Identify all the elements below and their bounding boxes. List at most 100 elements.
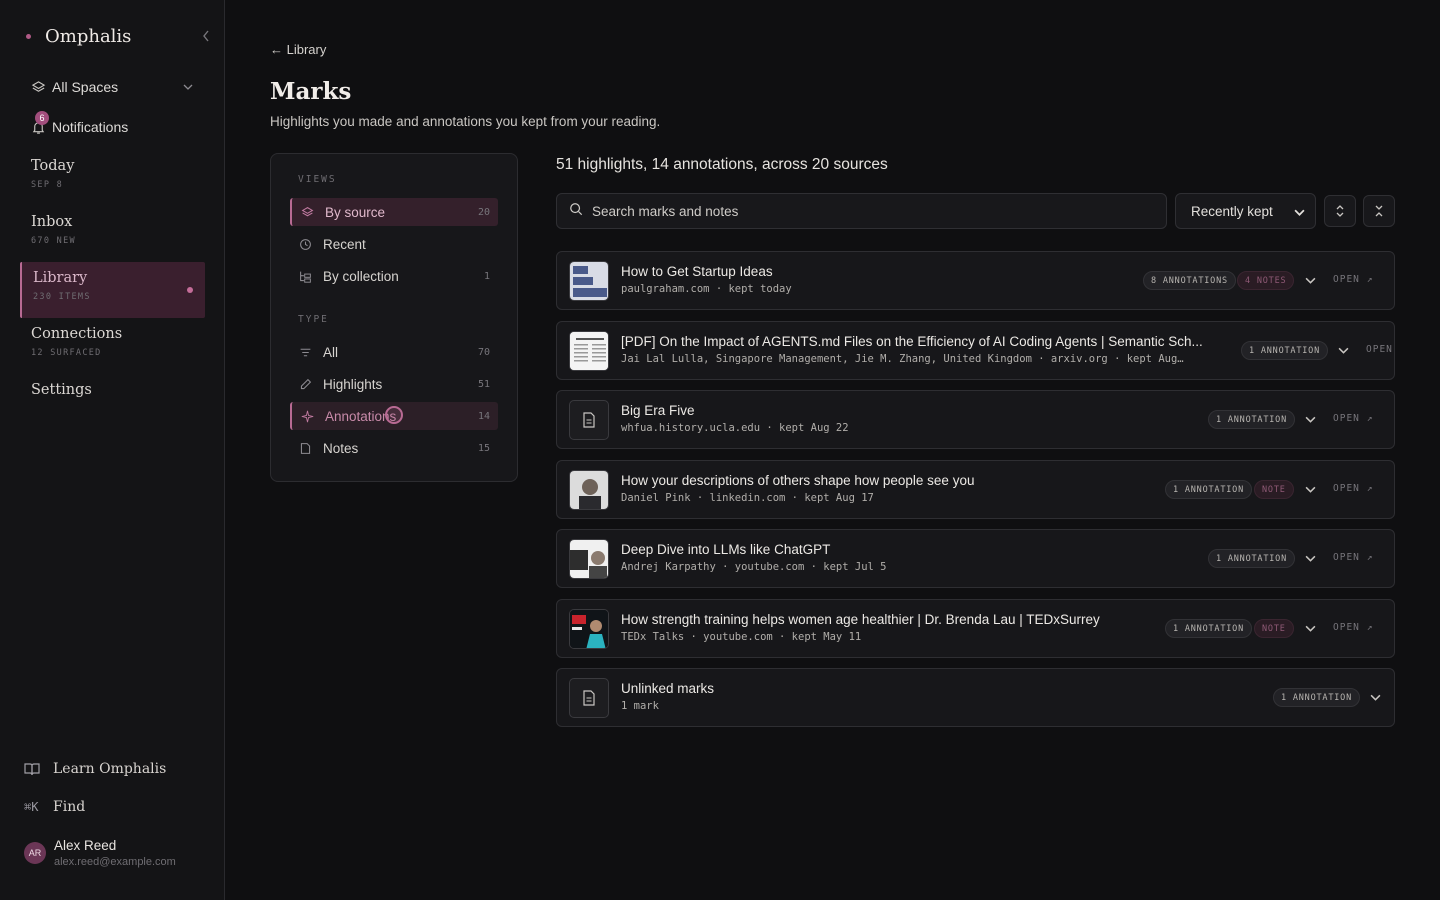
source-card-unlinked[interactable]: Unlinked marks 1 mark 1 ANNOTATION bbox=[556, 668, 1395, 727]
annotations-badge: 1 ANNOTATION bbox=[1165, 480, 1253, 499]
open-link[interactable]: OPEN bbox=[1366, 344, 1393, 355]
type-notes[interactable]: Notes 15 bbox=[290, 434, 498, 462]
nav-item-sub: 12 SURFACED bbox=[31, 348, 102, 358]
search-icon bbox=[569, 202, 583, 221]
source-card[interactable]: How to Get Startup Ideas paulgraham.com … bbox=[556, 251, 1395, 310]
source-title: How your descriptions of others shape ho… bbox=[621, 473, 975, 488]
type-count: 70 bbox=[477, 346, 490, 358]
arrow-left-icon: ← bbox=[270, 42, 283, 57]
nav-item-inbox[interactable]: Inbox 670 NEW bbox=[20, 206, 205, 262]
user-email: alex.reed@example.com bbox=[54, 856, 176, 868]
notifications-badge: 6 bbox=[35, 111, 49, 125]
nav-item-today[interactable]: Today SEP 8 bbox=[20, 150, 205, 206]
source-meta: Daniel Pink · linkedin.com · kept Aug 17 bbox=[621, 492, 874, 504]
nav-top: All Spaces 6 Notifications bbox=[20, 72, 205, 152]
nav-item-settings[interactable]: Settings bbox=[20, 374, 205, 412]
sidebar: Omphalis All Spaces 6 Notifications Toda… bbox=[0, 0, 225, 900]
annotations-badge: 1 ANNOTATION bbox=[1241, 341, 1329, 360]
open-link[interactable]: OPEN ↗ bbox=[1333, 552, 1373, 563]
search-box[interactable] bbox=[556, 193, 1167, 229]
mouse-cursor-indicator bbox=[385, 406, 403, 424]
sort-selected-value: Recently kept bbox=[1191, 203, 1273, 219]
chevron-down-icon bbox=[1294, 206, 1305, 221]
learn-link[interactable]: Learn Omphalis bbox=[24, 756, 209, 782]
collapse-sidebar-button[interactable] bbox=[202, 30, 210, 45]
notifications-link[interactable]: 6 Notifications bbox=[20, 111, 205, 142]
view-by-source[interactable]: By source 20 bbox=[290, 198, 498, 226]
source-meta: whfua.history.ucla.edu · kept Aug 22 bbox=[621, 422, 849, 434]
source-card[interactable]: Big Era Five whfua.history.ucla.edu · ke… bbox=[556, 390, 1395, 449]
chevron-down-icon[interactable] bbox=[1305, 621, 1316, 639]
nav-item-label: Library bbox=[33, 270, 88, 286]
book-icon bbox=[24, 762, 44, 776]
views-panel: VIEWS By source 20 Recent By collection … bbox=[270, 153, 518, 482]
nav-item-connections[interactable]: Connections 12 SURFACED bbox=[20, 318, 205, 374]
search-input[interactable] bbox=[592, 203, 1132, 219]
open-label: OPEN bbox=[1333, 483, 1360, 494]
chevron-down-icon[interactable] bbox=[1305, 412, 1316, 430]
chevron-down-icon[interactable] bbox=[1305, 482, 1316, 500]
user-profile[interactable]: AR Alex Reed alex.reed@example.com bbox=[24, 838, 176, 868]
open-link[interactable]: OPEN ↗ bbox=[1333, 622, 1373, 633]
source-title: How to Get Startup Ideas bbox=[621, 264, 773, 279]
brand[interactable]: Omphalis bbox=[26, 26, 131, 47]
type-label: Highlights bbox=[323, 376, 383, 392]
nav-item-label: Today bbox=[31, 158, 75, 174]
type-all[interactable]: All 70 bbox=[290, 338, 498, 366]
find-label: Find bbox=[53, 799, 86, 815]
chevron-down-icon bbox=[183, 79, 193, 95]
page-subtitle: Highlights you made and annotations you … bbox=[270, 114, 661, 129]
chevron-down-icon[interactable] bbox=[1305, 273, 1316, 291]
source-meta: Jai Lal Lulla, Singapore Management, Jie… bbox=[621, 353, 1184, 365]
sort-select[interactable]: Recently kept bbox=[1175, 193, 1316, 229]
view-label: By source bbox=[325, 204, 386, 220]
chevron-down-icon[interactable] bbox=[1305, 551, 1316, 569]
marks-summary: 51 highlights, 14 annotations, across 20… bbox=[556, 156, 888, 173]
highlighter-icon bbox=[299, 378, 313, 391]
arrow-up-right-icon: ↗ bbox=[1366, 274, 1374, 285]
app-root: Omphalis All Spaces 6 Notifications Toda… bbox=[0, 0, 1440, 900]
source-card[interactable]: How strength training helps women age he… bbox=[556, 599, 1395, 658]
document-icon bbox=[569, 678, 609, 718]
arrow-up-right-icon: ↗ bbox=[1366, 622, 1374, 633]
source-card[interactable]: [PDF] On the Impact of AGENTS.md Files o… bbox=[556, 321, 1395, 380]
view-recent[interactable]: Recent bbox=[290, 230, 498, 258]
open-label: OPEN bbox=[1333, 622, 1360, 633]
open-link[interactable]: OPEN ↗ bbox=[1333, 274, 1373, 285]
chevron-down-icon[interactable] bbox=[1370, 690, 1381, 708]
source-card[interactable]: How your descriptions of others shape ho… bbox=[556, 460, 1395, 519]
expand-all-button[interactable] bbox=[1324, 195, 1356, 227]
spaces-selector[interactable]: All Spaces bbox=[20, 72, 205, 102]
source-meta: 1 mark bbox=[621, 700, 659, 712]
open-label: OPEN bbox=[1333, 274, 1360, 285]
chevron-down-icon[interactable] bbox=[1338, 343, 1349, 361]
document-icon bbox=[569, 400, 609, 440]
nav-item-library[interactable]: Library 230 ITEMS bbox=[20, 262, 205, 318]
arrow-up-right-icon: ↗ bbox=[1366, 413, 1374, 424]
find-link[interactable]: ⌘K Find bbox=[24, 794, 209, 820]
type-highlights[interactable]: Highlights 51 bbox=[290, 370, 498, 398]
find-shortcut: ⌘K bbox=[24, 800, 39, 814]
paper-thumb bbox=[569, 331, 609, 371]
back-to-library-link[interactable]: ← Library bbox=[270, 42, 326, 57]
view-label: By collection bbox=[323, 268, 399, 284]
brand-dot-icon bbox=[26, 34, 31, 39]
source-meta: paulgraham.com · kept today bbox=[621, 283, 792, 295]
nav-main: Today SEP 8 Inbox 670 NEW Library 230 IT… bbox=[20, 150, 205, 412]
back-label: Library bbox=[286, 42, 327, 57]
type-count: 14 bbox=[477, 410, 490, 422]
source-card[interactable]: Deep Dive into LLMs like ChatGPT Andrej … bbox=[556, 529, 1395, 588]
collapse-all-button[interactable] bbox=[1363, 195, 1395, 227]
nav-item-label: Settings bbox=[31, 382, 92, 398]
learn-label: Learn Omphalis bbox=[53, 761, 167, 777]
user-name: Alex Reed bbox=[54, 838, 117, 853]
source-title: Unlinked marks bbox=[621, 681, 715, 696]
annotations-badge: 1 ANNOTATION bbox=[1273, 688, 1361, 707]
open-link[interactable]: OPEN ↗ bbox=[1333, 413, 1373, 424]
arrow-up-right-icon: ↗ bbox=[1366, 552, 1374, 563]
user-info: Alex Reed alex.reed@example.com bbox=[54, 838, 176, 868]
article-thumb bbox=[569, 261, 609, 301]
open-link[interactable]: OPEN ↗ bbox=[1333, 483, 1373, 494]
view-by-collection[interactable]: By collection 1 bbox=[290, 262, 498, 290]
source-title: [PDF] On the Impact of AGENTS.md Files o… bbox=[621, 334, 1203, 349]
